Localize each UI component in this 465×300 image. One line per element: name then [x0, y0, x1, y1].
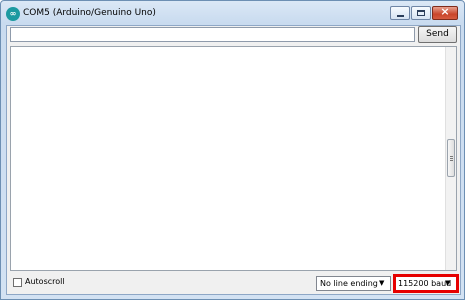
scrollbar-thumb[interactable]: [447, 139, 455, 177]
title-bar[interactable]: ∞ COM5 (Arduino/Genuino Uno) ×: [1, 1, 464, 25]
grip-line: [450, 160, 453, 161]
maximize-icon: [417, 10, 425, 16]
serial-input[interactable]: [10, 27, 415, 42]
autoscroll-label[interactable]: Autoscroll: [25, 277, 65, 286]
vertical-scrollbar[interactable]: [445, 47, 456, 270]
line-ending-value: No line ending: [320, 279, 378, 288]
autoscroll-checkbox[interactable]: [13, 278, 22, 287]
serial-monitor-panel: Send Autoscroll No line ending ▼ 115200 …: [6, 25, 461, 295]
grip-line: [450, 158, 453, 159]
serial-output-area[interactable]: [10, 46, 457, 271]
grip-line: [450, 156, 453, 157]
maximize-button[interactable]: [411, 6, 431, 20]
line-ending-select[interactable]: No line ending ▼: [316, 276, 391, 291]
serial-monitor-window: ∞ COM5 (Arduino/Genuino Uno) × Send Auto…: [0, 0, 465, 300]
minimize-button[interactable]: [390, 6, 410, 20]
window-title: COM5 (Arduino/Genuino Uno): [23, 8, 156, 18]
status-bar: Autoscroll No line ending ▼ 115200 baud …: [7, 273, 460, 294]
close-button[interactable]: ×: [432, 5, 458, 20]
baud-highlight-box: [393, 274, 459, 293]
chevron-down-icon: ▼: [379, 279, 385, 287]
send-button[interactable]: Send: [418, 26, 457, 43]
arduino-icon: ∞: [6, 7, 20, 21]
close-icon: ×: [440, 5, 450, 18]
minimize-icon: [397, 15, 404, 17]
